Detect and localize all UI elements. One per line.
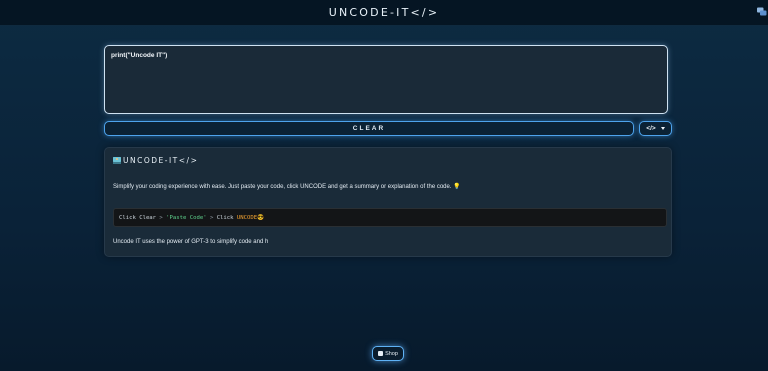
- info-card: UNCODE-IT</> Simplify your coding experi…: [104, 147, 672, 257]
- step-separator: >: [206, 214, 217, 221]
- language-select[interactable]: </>: [639, 121, 672, 136]
- info-card-title-text: UNCODE-IT</>: [123, 156, 199, 165]
- chat-bubbles-icon[interactable]: [757, 7, 767, 17]
- shop-button-label: Shop: [385, 350, 398, 357]
- lightbulb-icon: 💡: [453, 184, 461, 190]
- step-separator: >: [156, 214, 167, 221]
- laptop-person-icon: [113, 157, 121, 164]
- info-card-title: UNCODE-IT</>: [113, 156, 198, 165]
- clear-button[interactable]: CLEAR: [104, 121, 634, 136]
- sunglasses-icon: 😎: [257, 214, 265, 221]
- shop-icon: [378, 351, 384, 356]
- language-select-value: </>: [646, 125, 656, 132]
- description-text: Simplify your coding experience with eas…: [113, 184, 452, 190]
- shop-button[interactable]: Shop: [372, 346, 404, 361]
- step-clear: Click Clear: [119, 214, 157, 221]
- brand-title: UNCODE-IT</>: [328, 6, 440, 19]
- info-card-description: Simplify your coding experience with eas…: [113, 183, 461, 190]
- step-uncode: UNCODE: [236, 214, 258, 221]
- step-click: Click: [216, 214, 237, 221]
- chevron-down-icon: [660, 127, 665, 130]
- info-card-footer: Uncode IT uses the power of GPT-3 to sim…: [113, 239, 269, 245]
- instructions-code-block: Click Clear > 'Paste Code' > Click UNCOD…: [113, 208, 667, 227]
- code-editor[interactable]: print("Uncode IT"): [104, 45, 668, 114]
- step-paste-code: 'Paste Code': [166, 214, 207, 221]
- code-editor-text[interactable]: print("Uncode IT"): [111, 52, 661, 59]
- top-bar: UNCODE-IT</>: [0, 0, 768, 26]
